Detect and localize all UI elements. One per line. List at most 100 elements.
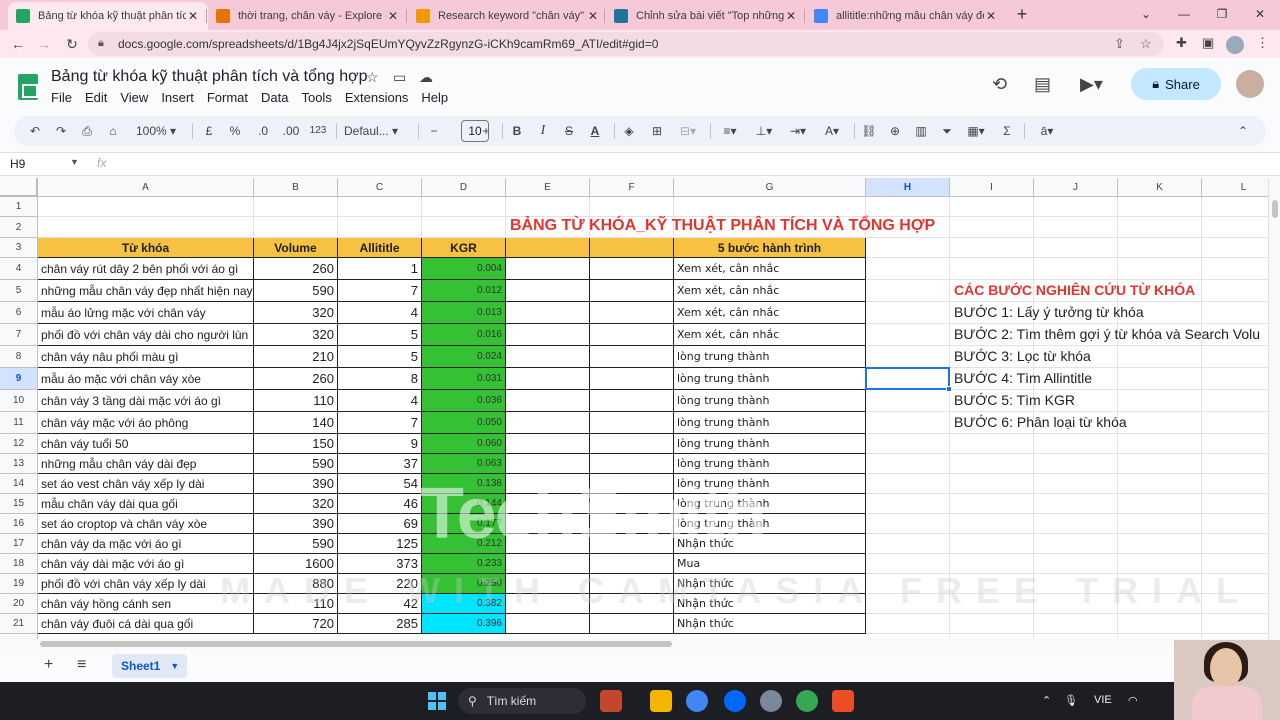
close-tab-icon[interactable]: ✕ — [386, 9, 400, 23]
file-explorer-icon[interactable] — [650, 690, 672, 712]
empty-cell[interactable] — [506, 594, 590, 614]
row-header[interactable]: 18 — [0, 554, 38, 574]
extensions-icon[interactable]: ✚ — [1176, 35, 1187, 51]
keyword-cell[interactable]: set áo vest chân váy xếp ly dài — [38, 474, 254, 494]
grid-cell[interactable] — [1202, 217, 1268, 238]
browser-tab[interactable]: allititle:những mẫu chân váy đẹp ✕ — [806, 2, 1006, 30]
row-header[interactable]: 4 — [0, 258, 38, 280]
menu-tools[interactable]: Tools — [301, 90, 331, 105]
kgr-cell[interactable]: 0.063 — [422, 454, 506, 474]
add-sheet-icon[interactable]: + — [44, 656, 53, 674]
journey-stage-cell[interactable]: lòng trung thành — [674, 454, 866, 474]
grid-cell[interactable] — [866, 346, 950, 368]
empty-cell[interactable] — [506, 574, 590, 594]
journey-stage-cell[interactable]: Xem xét, cân nhắc — [674, 324, 866, 346]
font-select[interactable]: Defaul... ▾ — [344, 122, 410, 140]
empty-cell[interactable] — [506, 324, 590, 346]
menu-extensions[interactable]: Extensions — [345, 90, 409, 105]
kgr-cell[interactable]: 0.004 — [422, 258, 506, 280]
grid-cell[interactable] — [866, 514, 950, 534]
column-header[interactable]: A — [38, 178, 254, 197]
grid-cell[interactable] — [1202, 346, 1268, 368]
allintitle-cell[interactable]: 42 — [338, 594, 422, 614]
grid-cell[interactable] — [866, 434, 950, 454]
empty-cell[interactable] — [506, 258, 590, 280]
research-step[interactable]: BƯỚC 2: Tìm thêm gợi ý từ khóa và Search… — [954, 326, 1260, 342]
column-header[interactable]: G — [674, 178, 866, 197]
vertical-scrollbar[interactable] — [1268, 178, 1280, 640]
grid-cell[interactable] — [866, 197, 950, 217]
grid-cell[interactable] — [1034, 238, 1118, 258]
allintitle-cell[interactable]: 373 — [338, 554, 422, 574]
empty-cell[interactable] — [590, 454, 674, 474]
keyword-cell[interactable]: chân váy đuôi cá dài qua gối — [38, 614, 254, 634]
column-header[interactable]: I — [950, 178, 1034, 197]
grid-cell[interactable] — [590, 197, 674, 217]
research-step[interactable]: BƯỚC 3: Lọc từ khóa — [954, 348, 1091, 364]
menu-help[interactable]: Help — [421, 90, 448, 105]
grid-cell[interactable] — [422, 197, 506, 217]
journey-stage-cell[interactable]: lòng trung thành — [674, 412, 866, 434]
document-title[interactable]: Bảng từ khóa kỹ thuật phân tích và tổng … — [51, 68, 368, 86]
grid-cell[interactable] — [1202, 390, 1268, 412]
column-header[interactable]: E — [506, 178, 590, 197]
empty-cell[interactable] — [590, 554, 674, 574]
paint-format-icon[interactable]: ⌂ — [104, 122, 122, 140]
kgr-cell[interactable]: 0.177 — [422, 514, 506, 534]
grid-cell[interactable] — [1034, 454, 1118, 474]
taskbar-search[interactable]: ⚲ Tìm kiếm — [458, 688, 586, 714]
volume-cell[interactable]: 150 — [254, 434, 338, 454]
grid-cell[interactable] — [1034, 534, 1118, 554]
journey-stage-cell[interactable]: Mua — [674, 554, 866, 574]
grid-cell[interactable] — [866, 324, 950, 346]
collapse-toolbar-icon[interactable]: ⌃ — [1234, 122, 1252, 140]
grid-cell[interactable] — [1118, 368, 1202, 390]
browser-tab[interactable]: Research keyword "chân váy" ✕ — [408, 2, 608, 30]
grid-cell[interactable] — [1118, 594, 1202, 614]
empty-cell[interactable] — [590, 574, 674, 594]
grid-cell[interactable] — [950, 554, 1034, 574]
grid-cell[interactable] — [866, 390, 950, 412]
grid-cell[interactable] — [866, 238, 950, 258]
journey-stage-cell[interactable]: lòng trung thành — [674, 346, 866, 368]
allintitle-cell[interactable]: 5 — [338, 324, 422, 346]
grid-cell[interactable] — [1034, 258, 1118, 280]
settings-icon[interactable] — [760, 690, 782, 712]
empty-cell[interactable] — [590, 280, 674, 302]
side-panel-icon[interactable]: ▣ — [1202, 35, 1214, 51]
tab-search-icon[interactable]: ⌄ — [1134, 4, 1158, 24]
grid-cell[interactable] — [1202, 238, 1268, 258]
grid-cell[interactable] — [1202, 412, 1268, 434]
grid-cell[interactable] — [866, 554, 950, 574]
meet-icon[interactable]: ▶▾ — [1080, 74, 1103, 95]
grid-cell[interactable] — [422, 217, 506, 238]
grid-cell[interactable] — [1202, 554, 1268, 574]
grid-cell[interactable] — [1202, 494, 1268, 514]
table-header-cell[interactable] — [506, 238, 590, 258]
grid-cell[interactable] — [950, 258, 1034, 280]
grid-cell[interactable] — [254, 217, 338, 238]
kgr-cell[interactable]: 0.013 — [422, 302, 506, 324]
empty-cell[interactable] — [590, 302, 674, 324]
empty-cell[interactable] — [590, 434, 674, 454]
sheet-tab-sheet1[interactable]: Sheet1 ▼ — [112, 654, 187, 678]
empty-cell[interactable] — [506, 454, 590, 474]
volume-cell[interactable]: 320 — [254, 324, 338, 346]
journey-stage-cell[interactable]: Nhận thức — [674, 574, 866, 594]
grid-cell[interactable] — [1034, 197, 1118, 217]
grid-cell[interactable] — [1202, 197, 1268, 217]
cloud-status-icon[interactable]: ☁ — [419, 69, 433, 86]
empty-cell[interactable] — [590, 474, 674, 494]
name-box-dropdown-icon[interactable]: ▼ — [70, 157, 79, 167]
italic-button[interactable]: I — [534, 122, 552, 140]
forward-icon[interactable]: → — [34, 34, 54, 54]
vertical-align-icon[interactable]: ⊥▾ — [750, 122, 778, 140]
kgr-cell[interactable]: 0.024 — [422, 346, 506, 368]
empty-cell[interactable] — [506, 302, 590, 324]
grid-cell[interactable] — [1118, 434, 1202, 454]
table-header-cell[interactable]: KGR — [422, 238, 506, 258]
minimize-icon[interactable]: — — [1172, 4, 1196, 24]
journey-stage-cell[interactable]: Xem xét, cân nhắc — [674, 302, 866, 324]
column-header[interactable]: B — [254, 178, 338, 197]
allintitle-cell[interactable]: 7 — [338, 280, 422, 302]
